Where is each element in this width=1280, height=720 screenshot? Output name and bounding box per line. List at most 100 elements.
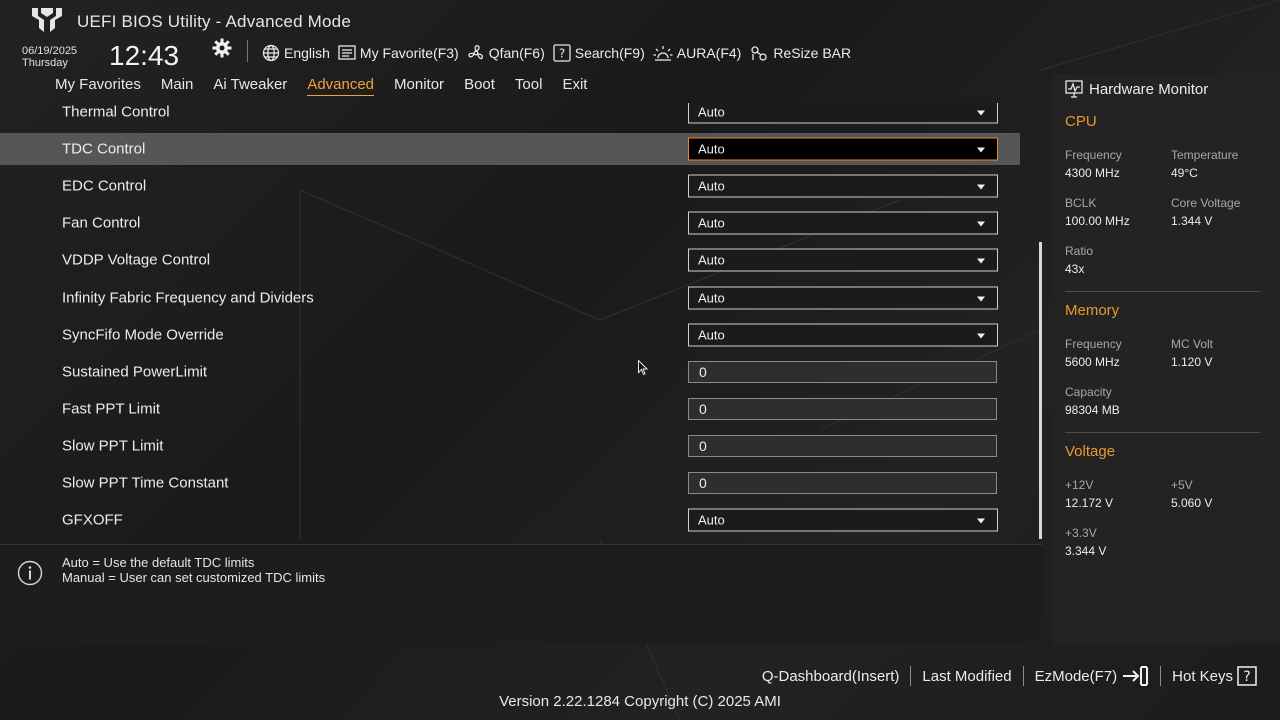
mc-volt-value: 1.120 V — [1171, 355, 1213, 369]
setting-label: EDC Control — [62, 177, 147, 195]
date-text: 06/19/2025 — [22, 45, 78, 57]
tdc-control-dropdown[interactable]: Auto — [688, 137, 998, 161]
tab-boot[interactable]: Boot — [464, 76, 495, 96]
vddp-voltage-control-dropdown[interactable]: Auto — [688, 248, 998, 272]
v33-value: 3.344 V — [1065, 544, 1107, 558]
ezmode-button[interactable]: EzMode(F7) — [1024, 666, 1161, 686]
setting-label: GFXOFF — [62, 511, 123, 529]
hw-divider — [1065, 432, 1260, 433]
setting-row-fast-ppt-limit[interactable]: Fast PPT Limit 0 — [0, 393, 1020, 425]
last-modified-button[interactable]: Last Modified — [911, 668, 1022, 685]
dropdown-caret-icon — [977, 518, 985, 524]
language-button[interactable]: English — [262, 44, 330, 62]
version-text: Version 2.22.1284 Copyright (C) 2025 AMI — [499, 693, 781, 710]
help-line: Manual = User can set customized TDC lim… — [62, 570, 326, 585]
edc-control-dropdown[interactable]: Auto — [688, 174, 998, 198]
dropdown-value: Auto — [698, 141, 725, 157]
setting-row-tdc-control[interactable]: TDC Control Auto — [0, 133, 1020, 165]
date-display[interactable]: 06/19/2025 Thursday — [22, 45, 77, 69]
hw-divider — [1065, 291, 1260, 292]
hot-keys-button[interactable]: Hot Keys ? — [1161, 666, 1268, 686]
dropdown-value: Auto — [698, 327, 725, 343]
dropdown-caret-icon — [977, 110, 985, 116]
search-button[interactable]: ? Search(F9) — [553, 44, 645, 62]
last-modified-label: Last Modified — [922, 667, 1012, 685]
setting-row-vddp-voltage-control[interactable]: VDDP Voltage Control Auto — [0, 244, 1020, 276]
resize-bar-label: ReSize BAR — [773, 45, 852, 61]
my-favorite-icon — [338, 45, 356, 60]
cpu-heading: CPU — [1065, 113, 1097, 130]
svg-text:?: ? — [1243, 669, 1250, 685]
day-text: Thursday — [22, 57, 68, 69]
dropdown-value: Auto — [698, 104, 725, 120]
my-favorite-label: My Favorite(F3) — [359, 45, 459, 61]
dropdown-caret-icon — [977, 296, 985, 302]
cpu-temperature-value: 49°C — [1171, 166, 1198, 180]
dropdown-caret-icon — [977, 221, 985, 227]
exit-arrow-icon — [1123, 666, 1149, 686]
slow-ppt-limit-input[interactable]: 0 — [688, 435, 997, 457]
tab-advanced[interactable]: Advanced — [307, 76, 375, 96]
tab-exit[interactable]: Exit — [562, 76, 587, 96]
tuf-logo — [32, 8, 62, 32]
setting-row-sustained-powerlimit[interactable]: Sustained PowerLimit 0 — [0, 356, 1020, 388]
settings-gear-icon[interactable] — [212, 38, 232, 58]
slow-ppt-time-constant-input[interactable]: 0 — [688, 472, 997, 494]
gfxoff-dropdown[interactable]: Auto — [688, 508, 998, 532]
main-nav: My Favorites Main Ai Tweaker Advanced Mo… — [55, 76, 587, 96]
fan-control-dropdown[interactable]: Auto — [688, 211, 998, 235]
svg-text:?: ? — [559, 47, 565, 61]
setting-row-slow-ppt-limit[interactable]: Slow PPT Limit 0 — [0, 430, 1020, 462]
fast-ppt-limit-input[interactable]: 0 — [688, 398, 997, 420]
setting-row-edc-control[interactable]: EDC Control Auto — [0, 170, 1020, 202]
sustained-powerlimit-input[interactable]: 0 — [688, 361, 997, 383]
resize-bar-button[interactable]: ReSize BAR — [749, 44, 851, 62]
dropdown-value: Auto — [698, 252, 725, 268]
tab-my-favorites[interactable]: My Favorites — [55, 76, 141, 96]
search-icon: ? — [553, 44, 571, 62]
language-label: English — [284, 45, 330, 61]
hot-keys-label: Hot Keys — [1172, 667, 1233, 685]
setting-row-thermal-control[interactable]: Thermal Control Auto — [0, 103, 1020, 128]
tab-monitor[interactable]: Monitor — [394, 76, 444, 96]
dropdown-value: Auto — [698, 215, 725, 231]
memory-frequency-value: 5600 MHz — [1065, 355, 1120, 369]
dropdown-value: Auto — [698, 178, 725, 194]
bclk-label: BCLK — [1065, 196, 1097, 210]
toolbar: English My Favorite(F3) Qfan(F6) ? Searc… — [262, 42, 851, 64]
infinity-fabric-dropdown[interactable]: Auto — [688, 286, 998, 310]
fan-icon — [468, 45, 483, 60]
bclk-value: 100.00 MHz — [1065, 214, 1130, 228]
monitor-icon — [1065, 80, 1083, 98]
dropdown-value: Auto — [698, 512, 725, 528]
resize-bar-icon — [751, 46, 767, 61]
setting-row-slow-ppt-time-constant[interactable]: Slow PPT Time Constant 0 — [0, 467, 1020, 499]
thermal-control-dropdown[interactable]: Auto — [688, 103, 998, 124]
aura-button[interactable]: AURA(F4) — [653, 44, 741, 62]
tab-ai-tweaker[interactable]: Ai Tweaker — [213, 76, 287, 96]
help-line: Auto = Use the default TDC limits — [62, 555, 255, 570]
tab-tool[interactable]: Tool — [515, 76, 543, 96]
setting-label: SyncFifo Mode Override — [62, 326, 224, 344]
q-dashboard-button[interactable]: Q-Dashboard(Insert) — [751, 668, 911, 685]
v5-value: 5.060 V — [1171, 496, 1213, 510]
setting-label: Slow PPT Limit — [62, 437, 164, 455]
setting-label: Infinity Fabric Frequency and Dividers — [62, 289, 314, 307]
setting-row-fan-control[interactable]: Fan Control Auto — [0, 207, 1020, 239]
capacity-label: Capacity — [1065, 385, 1112, 399]
settings-scrollbar[interactable] — [1039, 242, 1042, 539]
info-icon — [17, 560, 43, 591]
setting-row-syncfifo-mode[interactable]: SyncFifo Mode Override Auto — [0, 319, 1020, 351]
memory-heading: Memory — [1065, 302, 1120, 319]
v33-label: +3.3V — [1065, 526, 1097, 540]
setting-row-infinity-fabric[interactable]: Infinity Fabric Frequency and Dividers A… — [0, 282, 1020, 314]
dropdown-caret-icon — [977, 147, 985, 153]
time-display[interactable]: 12:43 — [109, 40, 179, 72]
tab-main[interactable]: Main — [161, 76, 194, 96]
setting-row-gfxoff[interactable]: GFXOFF Auto — [0, 504, 1020, 536]
cpu-frequency-label: Frequency — [1065, 148, 1122, 162]
app-title: UEFI BIOS Utility - Advanced Mode — [77, 12, 351, 31]
my-favorite-button[interactable]: My Favorite(F3) — [338, 45, 459, 61]
qfan-button[interactable]: Qfan(F6) — [467, 44, 545, 62]
syncfifo-mode-dropdown[interactable]: Auto — [688, 323, 998, 347]
